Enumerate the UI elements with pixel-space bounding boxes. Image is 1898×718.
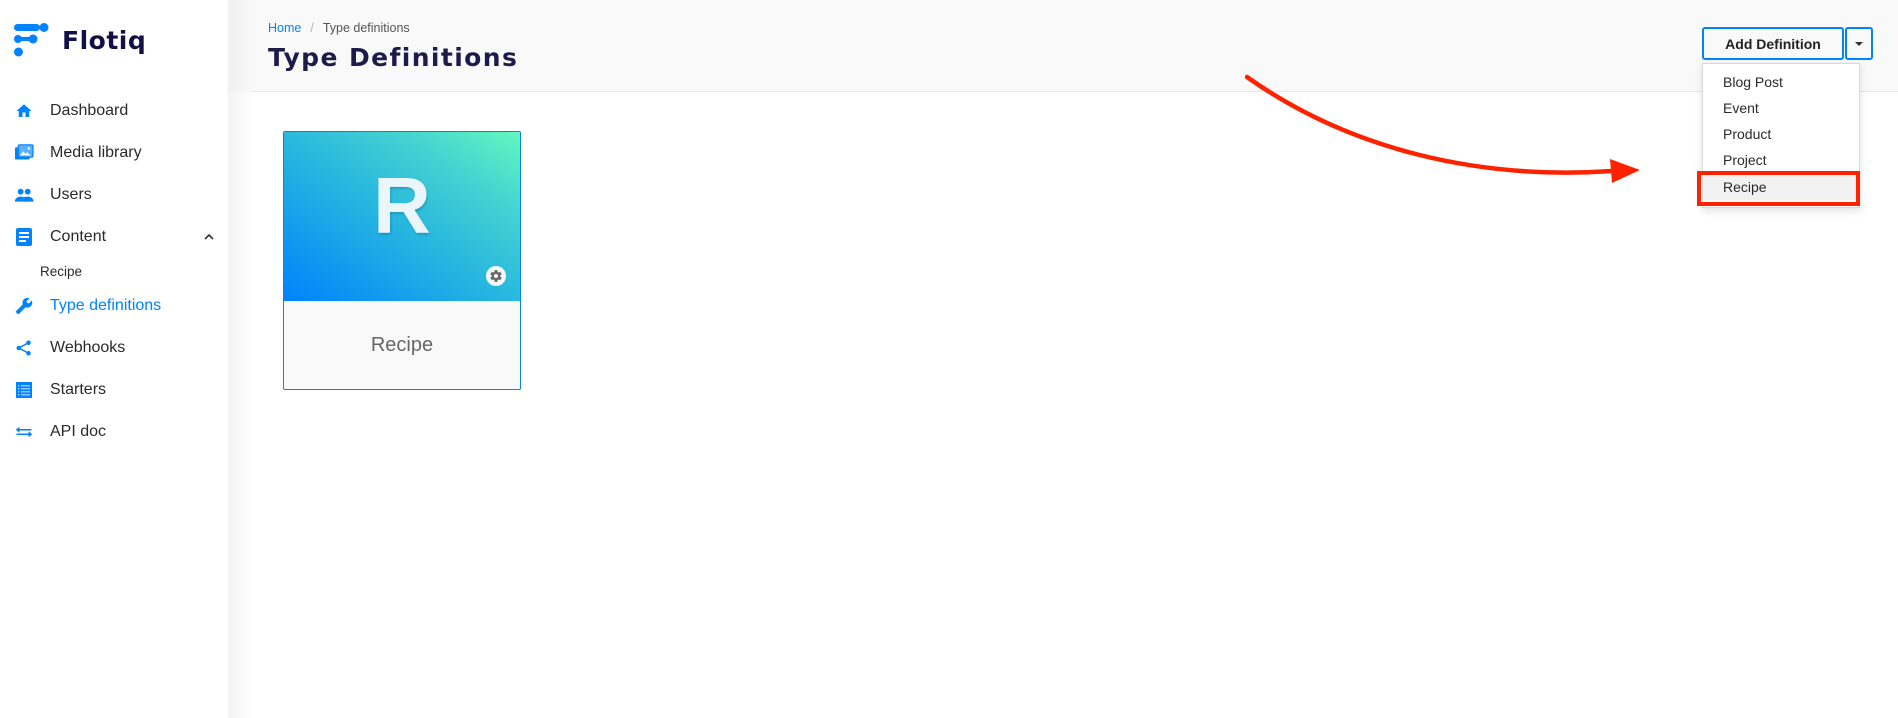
sidebar-item-type-definitions[interactable]: Type definitions xyxy=(0,289,228,323)
chevron-up-icon[interactable] xyxy=(202,230,216,244)
card-letter: R xyxy=(373,161,431,250)
header-shadow xyxy=(228,0,252,92)
dropdown-item-project[interactable]: Project xyxy=(1703,147,1859,173)
sidebar-item-dashboard[interactable]: Dashboard xyxy=(0,94,228,128)
page-header: Home / Type definitions Type Definitions… xyxy=(228,0,1898,208)
gear-icon[interactable] xyxy=(486,266,506,286)
swap-arrows-icon xyxy=(14,422,34,442)
sidebar-item-media-library[interactable]: Media library xyxy=(0,136,228,170)
type-definition-card[interactable]: R Recipe xyxy=(283,131,521,390)
sidebar-item-label: Starters xyxy=(50,381,107,398)
add-definition-dropdown-toggle[interactable] xyxy=(1845,27,1873,60)
sidebar-item-label: Dashboard xyxy=(50,102,129,119)
app: Flotiq Dashboard Media library Users Con… xyxy=(0,0,1898,718)
card-banner: R xyxy=(284,132,520,301)
breadcrumb-current: Type definitions xyxy=(322,21,410,35)
add-definition-button[interactable]: Add Definition xyxy=(1702,27,1844,60)
sidebar-item-starters[interactable]: Starters xyxy=(0,373,228,407)
sidebar-item-api-doc[interactable]: API doc xyxy=(0,415,228,449)
sidebar: Flotiq Dashboard Media library Users Con… xyxy=(0,0,228,718)
sidebar-item-content[interactable]: Content xyxy=(0,220,228,254)
users-icon xyxy=(14,185,34,205)
dropdown-item-recipe[interactable]: Recipe xyxy=(1703,174,1859,200)
sidebar-item-label: Users xyxy=(50,186,92,203)
sidebar-subitem-recipe[interactable]: Recipe xyxy=(40,264,82,279)
card-label: Recipe xyxy=(370,333,434,356)
sidebar-shadow xyxy=(228,0,252,718)
list-icon xyxy=(14,380,34,400)
sidebar-item-label: Webhooks xyxy=(50,339,126,356)
logo[interactable]: Flotiq xyxy=(14,22,146,58)
breadcrumb-separator: / xyxy=(310,21,314,35)
home-icon xyxy=(14,101,34,121)
sidebar-item-label: Type definitions xyxy=(50,297,162,314)
add-definition-dropdown-menu: Blog Post Event Product Project Recipe xyxy=(1702,63,1860,208)
dropdown-item-event[interactable]: Event xyxy=(1703,95,1859,121)
brand-name: Flotiq xyxy=(62,25,147,55)
sidebar-item-label: Content xyxy=(50,228,107,245)
document-icon xyxy=(14,227,34,247)
sidebar-item-users[interactable]: Users xyxy=(0,178,228,212)
breadcrumb-home-link[interactable]: Home xyxy=(268,21,301,35)
flotiq-logo-icon xyxy=(14,23,49,57)
dropdown-item-product[interactable]: Product xyxy=(1703,121,1859,147)
sidebar-item-label: Media library xyxy=(50,144,142,161)
share-icon xyxy=(14,338,34,358)
sidebar-item-webhooks[interactable]: Webhooks xyxy=(0,331,228,365)
image-gallery-icon xyxy=(14,143,34,163)
dropdown-item-blog-post[interactable]: Blog Post xyxy=(1703,69,1859,95)
breadcrumb: Home / Type definitions xyxy=(268,21,410,35)
caret-down-icon xyxy=(1855,41,1863,46)
wrench-icon xyxy=(14,296,34,316)
sidebar-item-label: API doc xyxy=(50,423,107,440)
page-title: Type Definitions xyxy=(268,43,519,72)
main-content: Home / Type definitions Type Definitions… xyxy=(228,0,1898,718)
